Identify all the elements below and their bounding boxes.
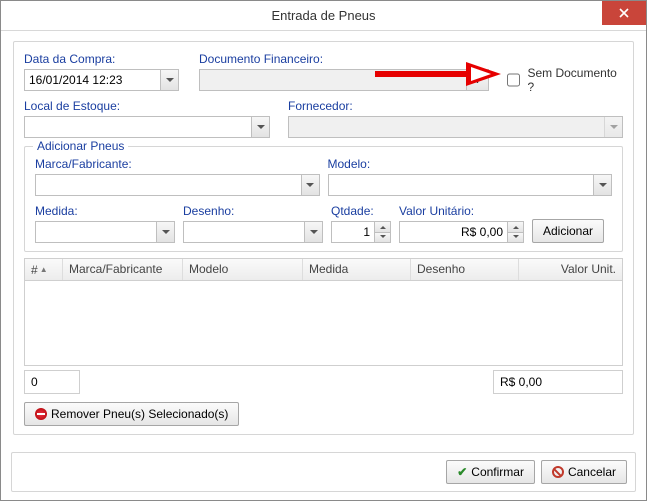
col-marca[interactable]: Marca/Fabricante: [63, 259, 183, 280]
titlebar: Entrada de Pneus: [1, 1, 646, 31]
sem-documento-checkbox-wrap[interactable]: Sem Documento ?: [503, 69, 623, 91]
grid-footer: 0 R$ 0,00: [24, 370, 623, 394]
remove-icon: [35, 408, 47, 420]
adicionar-button[interactable]: Adicionar: [532, 219, 604, 243]
pneus-grid[interactable]: # ▲ Marca/Fabricante Modelo Medida Desen…: [24, 258, 623, 366]
fornecedor-input[interactable]: [288, 116, 623, 138]
label-modelo: Modelo:: [328, 157, 613, 171]
documento-financeiro-input[interactable]: [199, 69, 467, 91]
cancel-icon: [552, 466, 564, 478]
desenho-input[interactable]: [183, 221, 323, 243]
valor-spin-up[interactable]: [507, 222, 523, 233]
confirm-icon: ✔: [457, 465, 467, 479]
confirmar-button[interactable]: ✔ Confirmar: [446, 460, 535, 484]
qtdade-spin-up[interactable]: [374, 222, 390, 233]
local-estoque-arrow[interactable]: [251, 117, 269, 137]
label-desenho: Desenho:: [183, 204, 323, 218]
medida-arrow[interactable]: [156, 222, 174, 242]
documento-financeiro-add-button[interactable]: +: [467, 69, 489, 91]
col-desenho[interactable]: Desenho: [411, 259, 519, 280]
fornecedor-arrow[interactable]: [604, 117, 622, 137]
close-button[interactable]: [602, 1, 646, 25]
valor-spin-down[interactable]: [507, 233, 523, 243]
label-qtdade: Qtdade:: [331, 204, 391, 218]
plus-icon: +: [474, 73, 481, 87]
desenho-arrow[interactable]: [304, 222, 322, 242]
modelo-combo[interactable]: [328, 174, 613, 196]
footer-total: R$ 0,00: [493, 370, 623, 394]
sort-indicator-icon: ▲: [40, 265, 48, 274]
col-medida[interactable]: Medida: [303, 259, 411, 280]
cancelar-button[interactable]: Cancelar: [541, 460, 627, 484]
marca-fabricante-arrow[interactable]: [301, 175, 319, 195]
footer-bar: ✔ Confirmar Cancelar: [11, 452, 636, 492]
main-panel: Data da Compra: Documento Financeiro: +: [13, 41, 634, 435]
data-compra-dropdown-arrow[interactable]: [160, 70, 178, 90]
window: Entrada de Pneus Data da Compra: Documen…: [0, 0, 647, 501]
label-marca-fabricante: Marca/Fabricante:: [35, 157, 320, 171]
label-fornecedor: Fornecedor:: [288, 99, 623, 113]
medida-input[interactable]: [35, 221, 175, 243]
label-medida: Medida:: [35, 204, 175, 218]
col-valor-unit[interactable]: Valor Unit.: [519, 259, 622, 280]
label-valor-unitario: Valor Unitário:: [399, 204, 524, 218]
qtdade-spin-down[interactable]: [374, 233, 390, 243]
valor-unitario-field[interactable]: [399, 221, 524, 243]
data-compra-input[interactable]: [24, 69, 179, 91]
desenho-combo[interactable]: [183, 221, 323, 243]
col-num[interactable]: #: [31, 263, 38, 277]
grid-header: # ▲ Marca/Fabricante Modelo Medida Desen…: [25, 259, 622, 281]
footer-count: 0: [24, 370, 80, 394]
col-modelo[interactable]: Modelo: [183, 259, 303, 280]
marca-fabricante-input[interactable]: [35, 174, 320, 196]
remover-pneus-button[interactable]: Remover Pneu(s) Selecionado(s): [24, 402, 239, 426]
label-documento-financeiro: Documento Financeiro:: [199, 52, 489, 66]
modelo-arrow[interactable]: [593, 175, 611, 195]
marca-fabricante-combo[interactable]: [35, 174, 320, 196]
modelo-input[interactable]: [328, 174, 613, 196]
close-icon: [619, 8, 629, 18]
adicionar-pneus-group: Adicionar Pneus Marca/Fabricante: Modelo…: [24, 146, 623, 252]
local-estoque-input[interactable]: [24, 116, 270, 138]
label-sem-documento: Sem Documento ?: [527, 66, 623, 94]
window-title: Entrada de Pneus: [271, 8, 375, 23]
grid-body: [25, 281, 622, 366]
qtdade-field[interactable]: [331, 221, 391, 243]
medida-combo[interactable]: [35, 221, 175, 243]
data-compra-field[interactable]: [24, 69, 179, 91]
label-data-compra: Data da Compra:: [24, 52, 179, 66]
fornecedor-combo[interactable]: [288, 116, 623, 138]
local-estoque-combo[interactable]: [24, 116, 270, 138]
label-local-estoque: Local de Estoque:: [24, 99, 270, 113]
valor-unitario-input[interactable]: [399, 221, 524, 243]
legend-adicionar-pneus: Adicionar Pneus: [33, 139, 128, 153]
sem-documento-checkbox[interactable]: [507, 73, 520, 87]
